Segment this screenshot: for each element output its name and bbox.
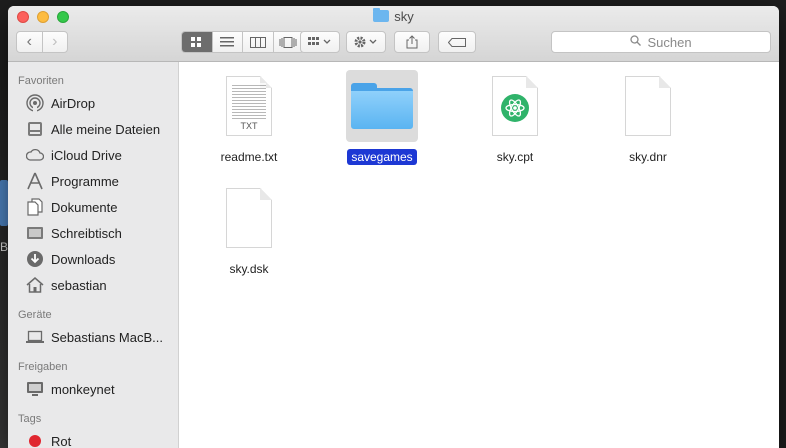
sidebar-item-label: iCloud Drive bbox=[51, 147, 122, 163]
sidebar-item-desktop[interactable]: Schreibtisch bbox=[8, 220, 178, 246]
forward-button[interactable]: › bbox=[43, 32, 68, 52]
atom-badge-icon bbox=[501, 94, 529, 122]
file-browser: TXT readme.txt savegames sky.cpt sky.dnr… bbox=[179, 62, 779, 448]
title-bar: sky ‹ › Suchen bbox=[8, 6, 779, 62]
sidebar-heading-devices: Geräte bbox=[18, 309, 52, 321]
file-item[interactable]: sky.cpt bbox=[455, 70, 575, 166]
home-icon bbox=[26, 276, 44, 294]
tag-icon bbox=[448, 37, 466, 47]
search-field[interactable]: Suchen bbox=[551, 31, 771, 53]
arrange-grid-icon bbox=[308, 37, 331, 45]
desktop-icon bbox=[26, 224, 44, 242]
text-document-icon: TXT bbox=[226, 76, 272, 136]
sidebar-item-label: Schreibtisch bbox=[51, 225, 122, 241]
cover-flow-view-button[interactable] bbox=[274, 32, 304, 52]
sidebar-heading-tags: Tags bbox=[18, 413, 42, 425]
action-button[interactable] bbox=[346, 31, 386, 53]
columns-icon bbox=[249, 36, 266, 48]
navigation-buttons: ‹ › bbox=[16, 31, 68, 53]
sidebar-item-home[interactable]: sebastian bbox=[8, 272, 178, 298]
sidebar-item-icloud-drive[interactable]: iCloud Drive bbox=[8, 142, 178, 168]
window-title: sky bbox=[8, 8, 779, 24]
sidebar-item-label: Sebastians MacB... bbox=[51, 329, 163, 345]
gear-icon bbox=[354, 36, 377, 48]
sidebar-item-label: Rot bbox=[51, 433, 72, 448]
icon-view-button[interactable] bbox=[182, 32, 213, 52]
red-tag-icon bbox=[26, 432, 44, 448]
file-name: sky.dsk bbox=[229, 262, 269, 276]
share-icon bbox=[406, 35, 418, 49]
search-icon bbox=[630, 35, 642, 49]
sidebar-item-label: Downloads bbox=[51, 251, 116, 267]
documents-icon bbox=[26, 198, 44, 216]
sidebar-item-documents[interactable]: Dokumente bbox=[8, 194, 178, 220]
file-item[interactable]: TXT readme.txt bbox=[189, 70, 309, 166]
folder-icon bbox=[351, 83, 413, 129]
file-item[interactable]: sky.dsk bbox=[189, 182, 309, 278]
search-placeholder: Suchen bbox=[647, 34, 692, 50]
file-name: savegames bbox=[347, 149, 417, 165]
folder-icon bbox=[373, 8, 390, 22]
applications-icon bbox=[26, 172, 44, 190]
sidebar-item-label: Programme bbox=[51, 173, 119, 189]
sidebar-item-monkeynet[interactable]: monkeynet bbox=[8, 376, 178, 402]
list-view-button[interactable] bbox=[213, 32, 243, 52]
sidebar-item-label: Dokumente bbox=[51, 199, 118, 215]
downloads-icon bbox=[26, 250, 44, 268]
file-name: sky.dnr bbox=[629, 150, 667, 164]
all-files-icon bbox=[26, 120, 44, 138]
edit-tags-button[interactable] bbox=[438, 31, 476, 53]
file-name: readme.txt bbox=[220, 150, 278, 164]
sidebar-item-downloads[interactable]: Downloads bbox=[8, 246, 178, 272]
list-icon bbox=[220, 37, 235, 47]
monitor-icon bbox=[26, 380, 44, 398]
arrange-button[interactable] bbox=[300, 31, 340, 53]
airdrop-icon bbox=[26, 94, 44, 112]
sidebar-item-tag-red[interactable]: Rot bbox=[8, 428, 178, 448]
share-button[interactable] bbox=[394, 31, 430, 53]
app-document-icon bbox=[492, 76, 538, 136]
sidebar-item-all-files[interactable]: Alle meine Dateien bbox=[8, 116, 178, 142]
file-item[interactable]: sky.dnr bbox=[588, 70, 708, 166]
cover-flow-icon bbox=[279, 36, 297, 48]
sidebar-heading-favorites: Favoriten bbox=[18, 75, 64, 87]
sidebar-item-macbook[interactable]: Sebastians MacB... bbox=[8, 324, 178, 350]
sidebar-item-label: sebastian bbox=[51, 277, 107, 293]
cloud-icon bbox=[26, 146, 44, 164]
window-title-text: sky bbox=[394, 9, 414, 24]
sidebar-item-applications[interactable]: Programme bbox=[8, 168, 178, 194]
view-mode-selector bbox=[181, 31, 304, 53]
grid-icon bbox=[191, 36, 202, 47]
desktop-item-edge bbox=[0, 180, 8, 226]
column-view-button[interactable] bbox=[243, 32, 274, 52]
back-button[interactable]: ‹ bbox=[17, 32, 42, 52]
file-extension-badge: TXT bbox=[240, 121, 258, 131]
blank-document-icon bbox=[625, 76, 671, 136]
blank-document-icon bbox=[226, 188, 272, 248]
sidebar-heading-shared: Freigaben bbox=[18, 361, 68, 373]
laptop-icon bbox=[26, 328, 44, 346]
sidebar: Favoriten AirDrop Alle meine Dateien iCl… bbox=[8, 62, 179, 448]
sidebar-item-label: monkeynet bbox=[51, 381, 115, 397]
sidebar-item-label: AirDrop bbox=[51, 95, 96, 111]
finder-window: sky ‹ › Suchen Favoriten AirDrop Alle me… bbox=[8, 6, 779, 448]
sidebar-item-airdrop[interactable]: AirDrop bbox=[8, 90, 178, 116]
file-item-selected[interactable]: savegames bbox=[322, 70, 442, 166]
file-name: sky.cpt bbox=[496, 150, 534, 164]
sidebar-item-label: Alle meine Dateien bbox=[51, 121, 161, 137]
